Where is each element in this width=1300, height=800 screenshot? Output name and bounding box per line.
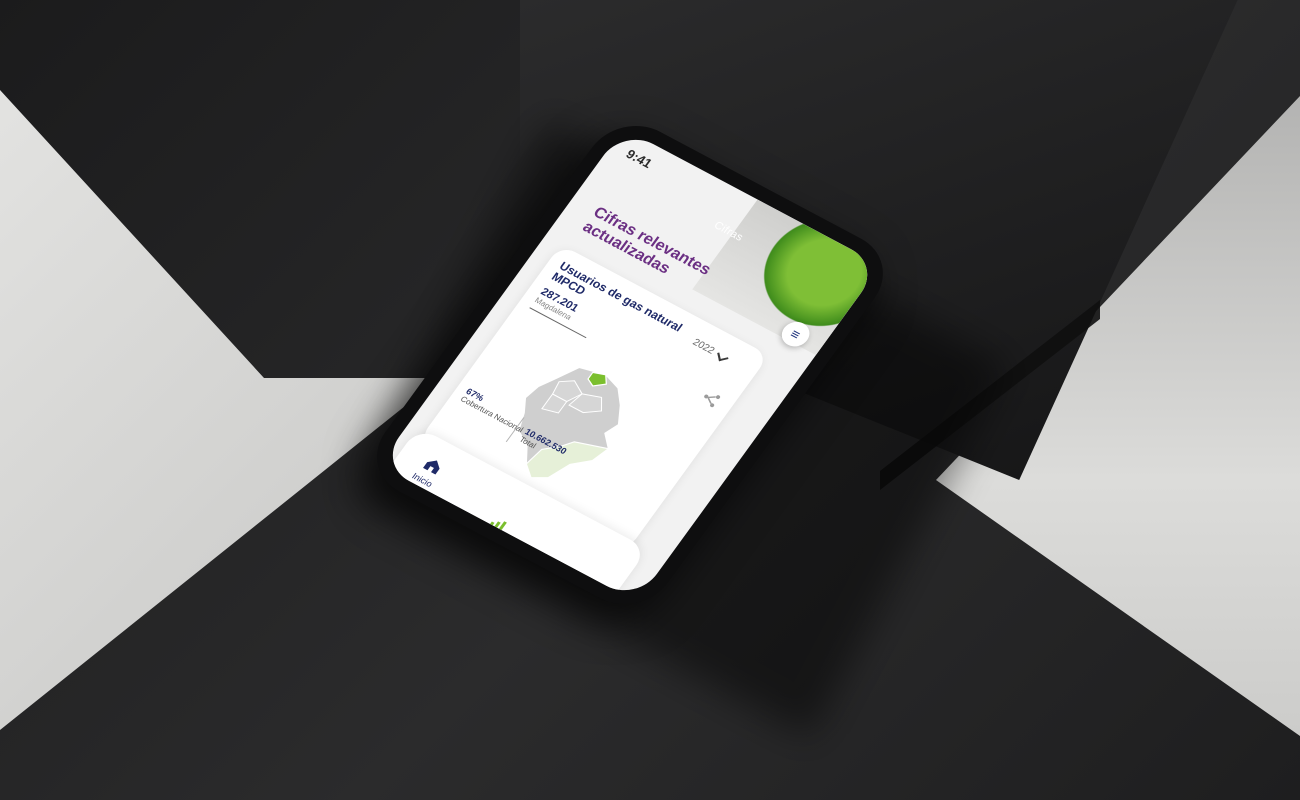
- share-icon[interactable]: [699, 389, 723, 410]
- year-select-value: 2022: [690, 337, 717, 357]
- tab-noticias[interactable]: Noticias: [531, 563, 578, 602]
- tab-inicio[interactable]: Inicio: [410, 453, 448, 489]
- tab-cifras-label: Cifras: [472, 529, 500, 549]
- tab-noticias-label: Noticias: [531, 580, 566, 602]
- year-select[interactable]: 2022: [690, 337, 729, 363]
- status-time: 9:41: [623, 146, 656, 171]
- menu-icon: ≡: [787, 325, 804, 343]
- tab-cifras[interactable]: Cifras: [473, 511, 513, 548]
- news-icon: [550, 570, 567, 585]
- background-scene: 9:41 Cifras ≡ Cifras relevantes actualiz…: [0, 0, 1300, 800]
- chevron-down-icon: [717, 350, 729, 362]
- chart-icon: [488, 521, 507, 533]
- phone-wrapper: 9:41 Cifras ≡ Cifras relevantes actualiz…: [358, 110, 902, 620]
- home-icon: [422, 460, 440, 475]
